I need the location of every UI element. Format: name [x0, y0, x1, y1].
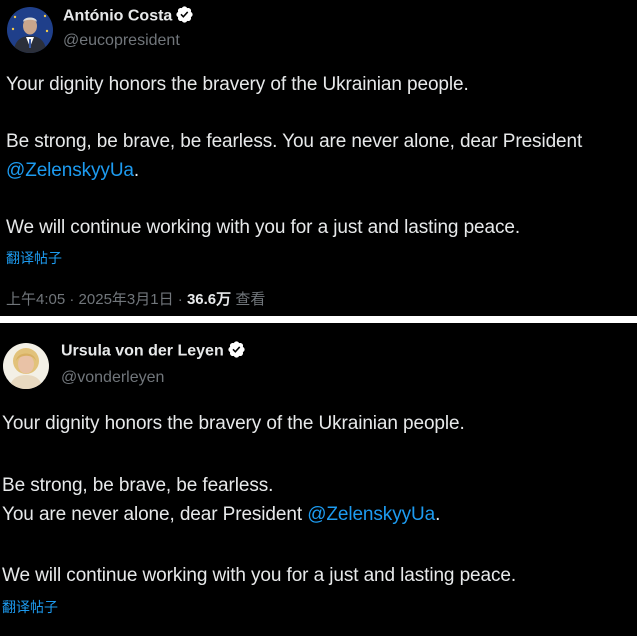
tweet-date[interactable]: 2025年3月1日: [79, 291, 174, 308]
view-count: 36.6万: [186, 291, 232, 308]
tweet-text-line: Your dignity honors the bravery of the U…: [2, 413, 465, 434]
author-name-text[interactable]: Ursula von der Leyen: [61, 343, 224, 360]
separator: ·: [173, 291, 187, 308]
avatar[interactable]: [7, 7, 53, 53]
tweet-text-line: You are never alone, dear President @Zel…: [2, 504, 440, 526]
tweet-von-der-leyen[interactable]: Ursula von der Leyen @vonderleyen Your d…: [0, 323, 637, 636]
author-name-text[interactable]: António Costa: [63, 8, 172, 25]
author-name[interactable]: Ursula von der Leyen: [61, 340, 246, 361]
tweet-text-line: @ZelenskyyUa.: [6, 160, 139, 182]
views-label: 查看: [231, 291, 266, 308]
avatar[interactable]: [3, 343, 49, 389]
tweet-time[interactable]: 上午4:05: [6, 291, 65, 308]
author-handle[interactable]: @eucopresident: [63, 32, 180, 50]
verified-badge-icon: [227, 340, 246, 359]
verified-badge-icon: [175, 5, 194, 24]
punctuation: .: [133, 160, 140, 181]
tweet-costa[interactable]: António Costa @eucopresident Your dignit…: [0, 0, 637, 316]
tweet-text-line: We will continue working with you for a …: [6, 217, 521, 238]
tweet-text-line: Your dignity honors the bravery of the U…: [6, 74, 469, 95]
tweet-text-line: Be strong, be brave, be fearless. You ar…: [6, 131, 583, 152]
mention-link[interactable]: @ZelenskyyUa: [307, 504, 435, 525]
author-handle[interactable]: @vonderleyen: [61, 369, 164, 387]
author-name[interactable]: António Costa: [63, 5, 194, 26]
translate-post-link[interactable]: 翻译帖子: [2, 597, 58, 617]
tweet-text-line: Be strong, be brave, be fearless.: [2, 475, 274, 496]
punctuation: .: [435, 504, 441, 525]
tweet-meta: 上午4:05 · 2025年3月1日 · 36.6万 查看: [6, 288, 265, 309]
translate-post-link[interactable]: 翻译帖子: [6, 248, 62, 268]
tweet-text-line: We will continue working with you for a …: [2, 565, 517, 586]
separator: ·: [65, 291, 79, 308]
mention-link[interactable]: @ZelenskyyUa: [6, 160, 134, 181]
tweet-text: You are never alone, dear President: [2, 504, 308, 525]
